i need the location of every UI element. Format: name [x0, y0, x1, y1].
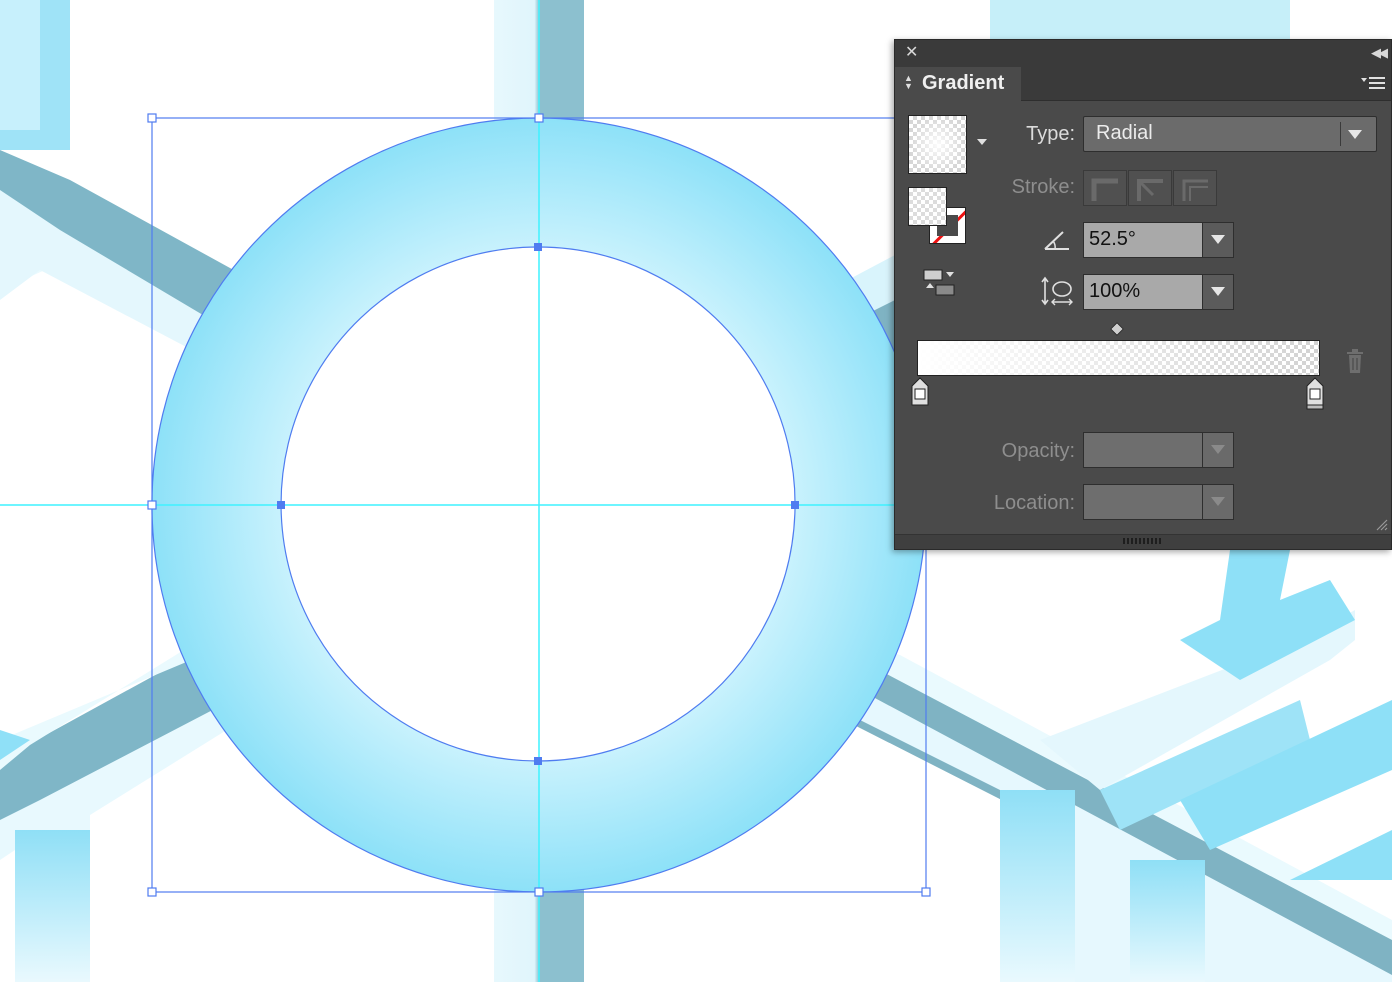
stroke-label: Stroke:	[1011, 176, 1075, 198]
close-icon[interactable]: ✕	[905, 44, 918, 62]
location-label: Location:	[993, 492, 1075, 514]
tab-toggle-icon[interactable]: ▲ ▼	[904, 74, 913, 91]
gradient-midpoint-marker[interactable]	[1109, 321, 1125, 337]
panel-resize-handle[interactable]	[1123, 538, 1163, 544]
opacity-input	[1083, 432, 1203, 468]
stroke-within-button	[1083, 170, 1127, 206]
aspect-ratio-input[interactable]: 100%	[1083, 274, 1203, 310]
type-label: Type:	[1026, 123, 1075, 145]
chevron-down-icon	[1211, 235, 1225, 244]
opacity-dropdown	[1202, 432, 1234, 468]
stroke-along-button	[1128, 170, 1172, 206]
chevron-down-icon	[1211, 445, 1225, 454]
delete-stop-icon	[1347, 349, 1363, 373]
stroke-across-button	[1173, 170, 1217, 206]
chevron-down-icon	[1211, 497, 1225, 506]
chevron-down-icon	[1348, 130, 1362, 139]
reverse-gradient-icon[interactable]	[922, 268, 956, 298]
aspect-ratio-dropdown[interactable]	[1202, 274, 1234, 310]
gradient-thumbnail[interactable]	[908, 115, 967, 174]
opacity-label: Opacity:	[1001, 440, 1075, 462]
chevron-down-icon	[1211, 287, 1225, 296]
gradient-panel[interactable]: ✕ ◀◀ ▲ ▼ Gradient Type: Radial Stroke: 5…	[894, 39, 1392, 550]
tab-gradient[interactable]: ▲ ▼ Gradient	[895, 67, 1021, 101]
panel-tab-row: ▲ ▼ Gradient	[895, 67, 1391, 101]
resize-grip-icon[interactable]	[1374, 517, 1388, 531]
gradient-stop-left[interactable]	[910, 377, 930, 407]
angle-icon	[1044, 231, 1069, 250]
location-input	[1083, 484, 1203, 520]
collapse-arrows-icon[interactable]: ◀◀	[1371, 44, 1388, 62]
type-select-value: Radial	[1096, 122, 1153, 144]
panel-bottom-bar[interactable]	[895, 534, 1391, 549]
angle-dropdown[interactable]	[1202, 222, 1234, 258]
angle-input[interactable]: 52.5°	[1083, 222, 1203, 258]
fill-swatch[interactable]	[908, 187, 947, 226]
gradient-thumbnail-dropdown-icon[interactable]	[977, 139, 987, 145]
type-select[interactable]: Radial	[1083, 116, 1377, 152]
gradient-stop-right[interactable]	[1305, 377, 1325, 411]
panel-titlebar[interactable]: ✕ ◀◀	[895, 40, 1391, 67]
panel-menu-icon[interactable]	[1361, 75, 1385, 91]
aspect-ratio-icon	[1041, 276, 1073, 306]
tab-gradient-label: Gradient	[922, 72, 1005, 94]
location-dropdown	[1202, 484, 1234, 520]
gradient-slider[interactable]	[917, 340, 1320, 376]
